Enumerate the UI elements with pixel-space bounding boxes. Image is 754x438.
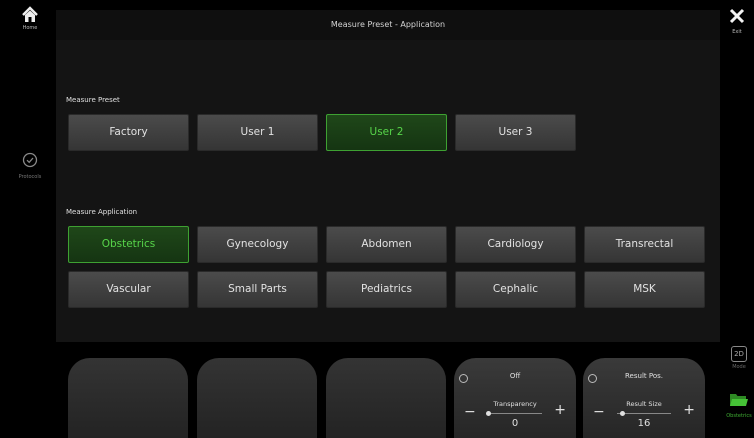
mode-label: Mode	[732, 364, 746, 370]
app-button-cephalic[interactable]: Cephalic	[455, 271, 576, 308]
app-button-gynecology[interactable]: Gynecology	[197, 226, 318, 263]
preset-button-user-3[interactable]: User 3	[455, 114, 576, 151]
obstetrics-folder-button[interactable]: Obstetrics	[726, 392, 752, 419]
slider-track[interactable]	[617, 413, 671, 414]
measure-preset-label: Measure Preset	[66, 96, 120, 104]
home-icon	[22, 6, 38, 22]
slider-track[interactable]	[488, 413, 542, 414]
app-button-small-parts[interactable]: Small Parts	[197, 271, 318, 308]
softkey-3[interactable]	[326, 358, 446, 438]
2d-mode-icon: 2D	[731, 346, 747, 362]
main-panel: Measure Preset - Application Measure Pre…	[56, 10, 720, 342]
app-button-msk[interactable]: MSK	[584, 271, 705, 308]
app-button-vascular[interactable]: Vascular	[68, 271, 189, 308]
left-rail: Home Protocols	[0, 0, 56, 430]
transparency-knob[interactable]: Off Transparency − + 0	[454, 358, 576, 438]
right-rail: Exit 2D Mode Obstetrics	[726, 0, 754, 430]
plus-icon[interactable]: +	[554, 402, 566, 418]
softkey-bar: Off Transparency − + 0 Result Pos. Resul…	[56, 342, 720, 438]
preset-button-user-2[interactable]: User 2	[326, 114, 447, 151]
knob-value: 16	[637, 418, 651, 429]
home-label: Home	[22, 25, 38, 31]
result-size-knob[interactable]: Result Pos. Result Size − + 16	[583, 358, 705, 438]
knob-top-label: Result Pos.	[625, 372, 663, 380]
softkey-2[interactable]	[197, 358, 317, 438]
exit-button[interactable]: Exit	[724, 8, 750, 35]
measure-application-label: Measure Application	[66, 208, 138, 216]
protocols-label: Protocols	[18, 174, 42, 180]
plus-icon[interactable]: +	[683, 402, 695, 418]
exit-label: Exit	[732, 29, 742, 35]
preset-button-factory[interactable]: Factory	[68, 114, 189, 151]
slider-handle[interactable]	[486, 411, 491, 416]
app-button-obstetrics[interactable]: Obstetrics	[68, 226, 189, 263]
slider-handle[interactable]	[620, 411, 626, 416]
app-button-abdomen[interactable]: Abdomen	[326, 226, 447, 263]
softkey-1[interactable]	[68, 358, 188, 438]
home-button[interactable]: Home	[14, 6, 46, 40]
close-icon	[729, 8, 745, 24]
folder-icon	[730, 394, 748, 406]
protocols-button[interactable]: Protocols	[15, 152, 45, 180]
app-button-pediatrics[interactable]: Pediatrics	[326, 271, 447, 308]
app-button-transrectal[interactable]: Transrectal	[584, 226, 705, 263]
obstetrics-label: Obstetrics	[726, 413, 752, 419]
knob-value: 0	[511, 418, 519, 429]
app-button-cardiology[interactable]: Cardiology	[455, 226, 576, 263]
mode-2d-button[interactable]: 2D Mode	[728, 346, 750, 370]
preset-button-user-1[interactable]: User 1	[197, 114, 318, 151]
page-title: Measure Preset - Application	[56, 10, 720, 40]
knob-top-label: Off	[509, 372, 521, 380]
check-circle-icon	[22, 152, 38, 168]
